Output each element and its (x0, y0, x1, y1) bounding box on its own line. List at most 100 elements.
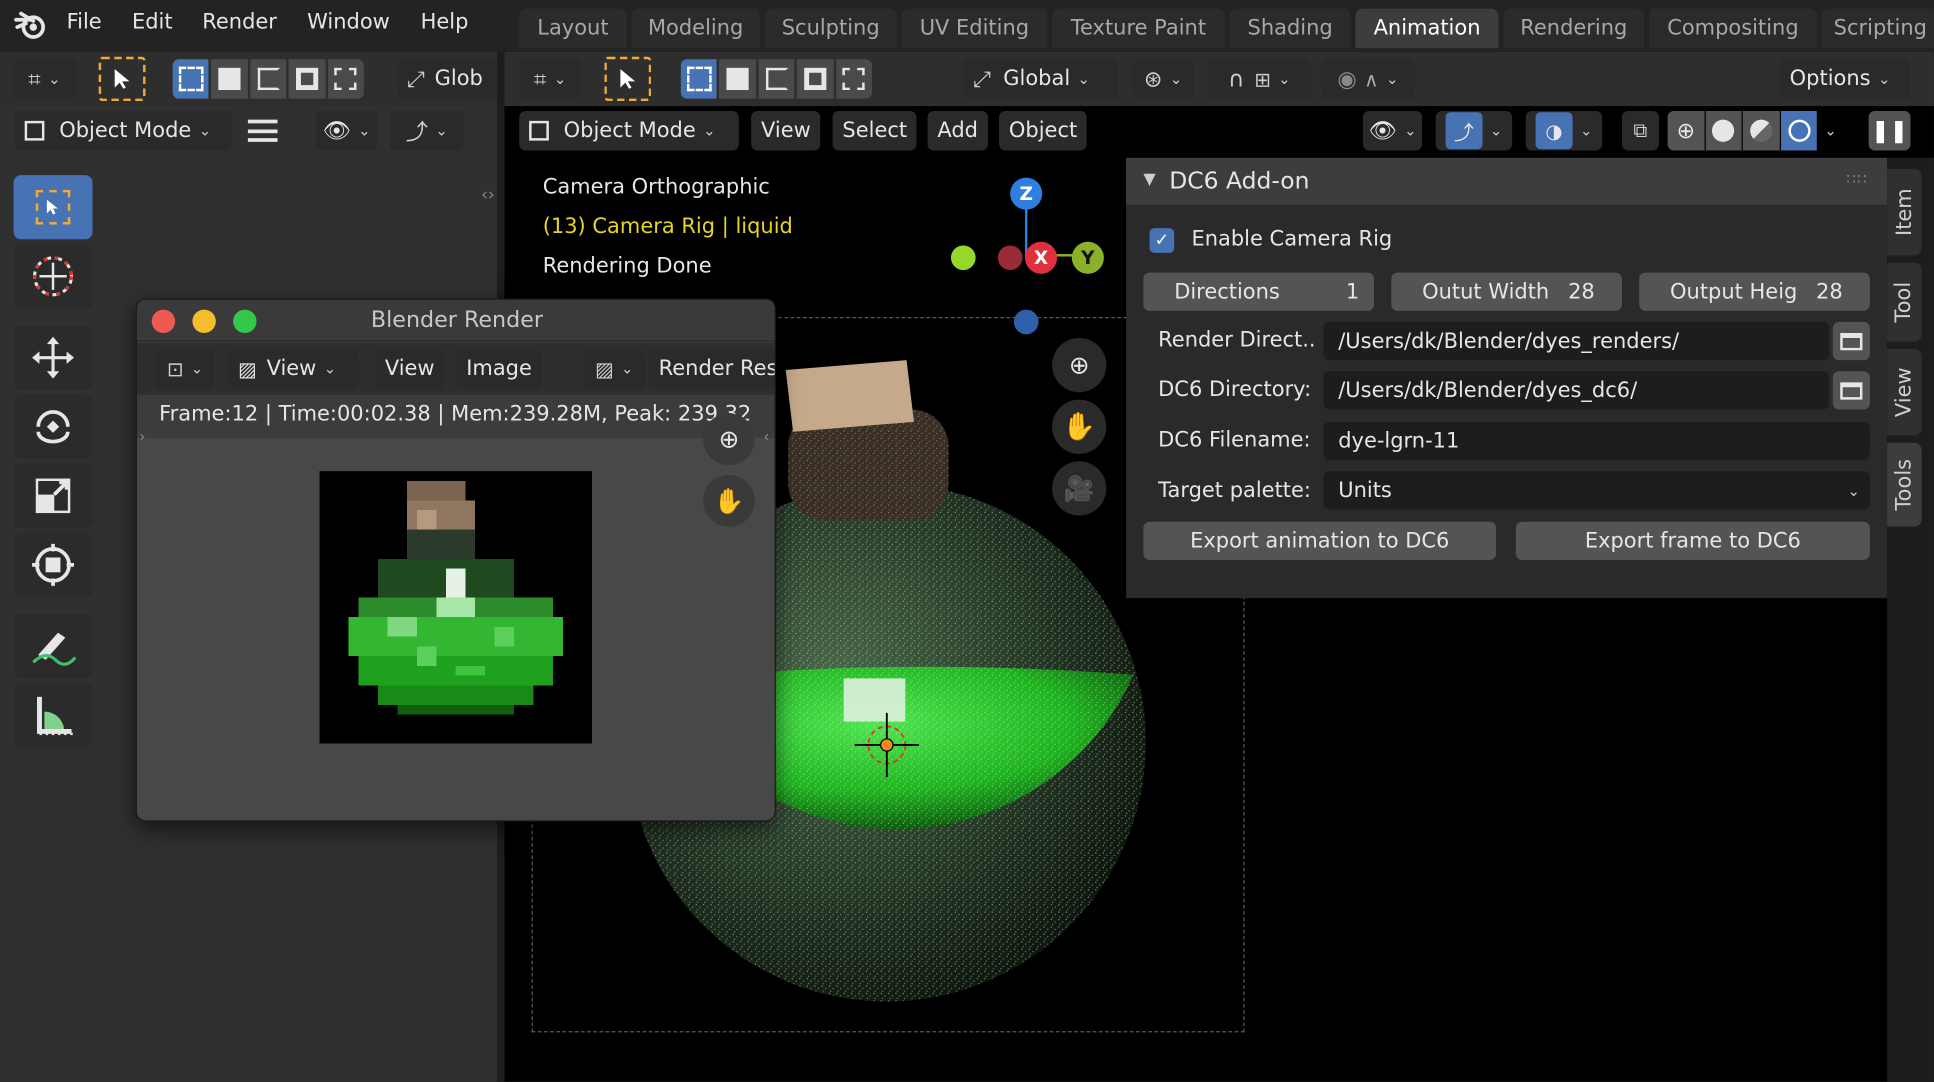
select-extend-icon[interactable] (719, 59, 756, 99)
enable-camera-rig-checkbox[interactable]: ✓ (1149, 228, 1175, 253)
navigation-gizmo[interactable]: Z X Y (948, 175, 1108, 335)
drag-handle-icon[interactable]: ∷∷ (1846, 170, 1867, 187)
menu-edit[interactable]: Edit (132, 10, 173, 35)
tab-rendering[interactable]: Rendering (1503, 8, 1645, 49)
menu-render[interactable]: Render (202, 10, 277, 35)
pan-view-button[interactable]: ✋ (703, 474, 755, 527)
region-toggle-icon[interactable]: ‹ (763, 428, 769, 445)
object-mode-dropdown[interactable]: Object Mode ⌄ (14, 111, 232, 151)
tab-uv-editing[interactable]: UV Editing (901, 8, 1048, 49)
material-shading-icon[interactable] (1742, 111, 1780, 151)
select-tool-icon[interactable] (604, 56, 652, 102)
zoom-view-button[interactable]: ⊕ (703, 413, 755, 465)
menu-add[interactable]: Add (927, 111, 988, 151)
transform-orientation-dropdown[interactable]: ⤢ Glob (397, 59, 509, 99)
tab-shading[interactable]: Shading (1229, 8, 1351, 49)
output-height-field[interactable]: Output Heig 28 (1639, 272, 1870, 311)
select-new-icon[interactable] (172, 59, 209, 99)
menu-view[interactable]: View (751, 111, 821, 151)
rendered-shading-icon[interactable] (1780, 111, 1818, 151)
options-dropdown[interactable]: Options ⌄ (1779, 59, 1911, 99)
folder-icon[interactable] (1832, 321, 1870, 361)
select-extend-icon[interactable] (211, 59, 248, 99)
menu-help[interactable]: Help (421, 10, 469, 35)
select-box-tool[interactable] (13, 175, 93, 240)
chevron-down-icon[interactable]: ⌄ (1818, 111, 1842, 150)
rotate-tool[interactable] (13, 394, 93, 459)
select-new-icon[interactable] (680, 59, 718, 99)
export-frame-button[interactable]: Export frame to DC6 (1515, 521, 1870, 560)
axis-x-icon[interactable]: X (1024, 241, 1058, 274)
axis-neg-y-icon[interactable] (950, 245, 976, 271)
tab-sculpting[interactable]: Sculpting (764, 8, 897, 49)
editor-type-menu[interactable]: ⌗ ⌄ (519, 59, 581, 99)
blender-logo-icon[interactable] (14, 9, 49, 41)
move-tool[interactable] (13, 325, 93, 390)
cursor-tool[interactable] (13, 244, 93, 309)
pan-view-button[interactable]: ✋ (1052, 399, 1107, 454)
gizmo-toggle-button[interactable]: ⤴ ⌄ (1435, 111, 1513, 151)
annotate-tool[interactable] (13, 614, 93, 679)
select-subtract-icon[interactable] (758, 59, 795, 99)
tab-texture-paint[interactable]: Texture Paint (1052, 8, 1225, 49)
pause-render-button[interactable]: ❚❚ (1868, 111, 1911, 151)
tab-compositing[interactable]: Compositing (1649, 8, 1817, 49)
select-subtract-icon[interactable] (250, 59, 287, 99)
select-intersect-icon[interactable] (327, 59, 364, 99)
view-object-types-button[interactable]: 👁 ⌄ (315, 111, 378, 151)
tab-tools[interactable]: Tools (1887, 442, 1922, 527)
tab-tool[interactable]: Tool (1887, 262, 1922, 342)
pivot-point-button[interactable]: ⊛ ⌄ (1132, 59, 1194, 99)
axis-neg-x-icon[interactable] (997, 245, 1023, 271)
editor-type-menu[interactable]: ⌗ ⌄ (12, 59, 77, 99)
view-mode-dropdown[interactable]: ▨ View ⌄ (228, 349, 359, 389)
tab-view[interactable]: View (1887, 349, 1922, 436)
menu-window[interactable]: Window (307, 10, 390, 35)
snap-button[interactable]: ∩ ⊞ ⌄ (1207, 59, 1312, 99)
menu-image[interactable]: Image (456, 349, 542, 389)
proportional-edit-button[interactable]: ◉ ∧ ⌄ (1320, 59, 1415, 99)
transform-orientation-dropdown[interactable]: ⤢ Global ⌄ (963, 59, 1119, 99)
select-difference-icon[interactable] (797, 59, 834, 99)
camera-view-button[interactable]: 🎥 (1052, 461, 1107, 516)
image-browse-button[interactable]: ▨ ⌄ (583, 349, 646, 389)
region-toggle-icon[interactable]: › (139, 428, 145, 445)
measure-tool[interactable] (13, 683, 93, 748)
tab-layout[interactable]: Layout (519, 8, 627, 49)
zoom-view-button[interactable]: ⊕ (1052, 337, 1107, 393)
directions-field[interactable]: Directions 1 (1143, 272, 1375, 311)
editor-type-menu[interactable]: ⊡ ⌄ (155, 349, 215, 389)
tab-modeling[interactable]: Modeling (631, 8, 760, 49)
select-intersect-icon[interactable] (835, 59, 873, 99)
collapse-triangle-icon[interactable]: ▼ (1143, 170, 1155, 189)
overlays-button[interactable]: ◑ ⌄ (1525, 111, 1603, 151)
select-difference-icon[interactable] (288, 59, 326, 99)
select-tool-icon[interactable] (98, 56, 146, 102)
region-toggle-icon[interactable]: ‹› (481, 185, 495, 205)
render-result-field[interactable]: Render Res (648, 349, 775, 389)
tab-animation[interactable]: Animation (1355, 8, 1499, 49)
target-palette-select[interactable]: Units ⌄ (1323, 471, 1870, 510)
output-width-field[interactable]: Outut Width 28 (1391, 272, 1622, 311)
render-dir-input[interactable]: /Users/dk/Blender/dyes_renders/ (1323, 321, 1830, 361)
solid-shading-icon[interactable] (1705, 111, 1742, 151)
folder-icon[interactable] (1832, 371, 1870, 410)
menu-file[interactable]: File (67, 10, 102, 35)
object-mode-dropdown[interactable]: Object Mode ⌄ (519, 111, 739, 151)
tab-scripting[interactable]: Scripting (1821, 8, 1934, 49)
hamburger-menu-icon[interactable] (247, 119, 278, 142)
wireframe-shading-icon[interactable]: ⊕ (1667, 111, 1705, 151)
scale-tool[interactable] (13, 463, 93, 528)
view-object-types-button[interactable]: 👁 ⌄ (1362, 111, 1423, 151)
menu-object[interactable]: Object (999, 111, 1088, 151)
axis-neg-z-icon[interactable] (1013, 309, 1039, 335)
xray-toggle-button[interactable]: ⧉ (1621, 111, 1659, 151)
dc6-dir-input[interactable]: /Users/dk/Blender/dyes_dc6/ (1323, 371, 1830, 410)
menu-view[interactable]: View (374, 349, 445, 389)
axis-z-icon[interactable]: Z (1010, 177, 1043, 210)
tab-item[interactable]: Item (1887, 168, 1922, 256)
dc6-filename-input[interactable]: dye-lgrn-11 (1323, 421, 1870, 461)
axis-y-icon[interactable]: Y (1071, 241, 1104, 274)
menu-select[interactable]: Select (832, 111, 917, 151)
gizmo-toggle-button[interactable]: ⤴ ⌄ (389, 111, 464, 151)
